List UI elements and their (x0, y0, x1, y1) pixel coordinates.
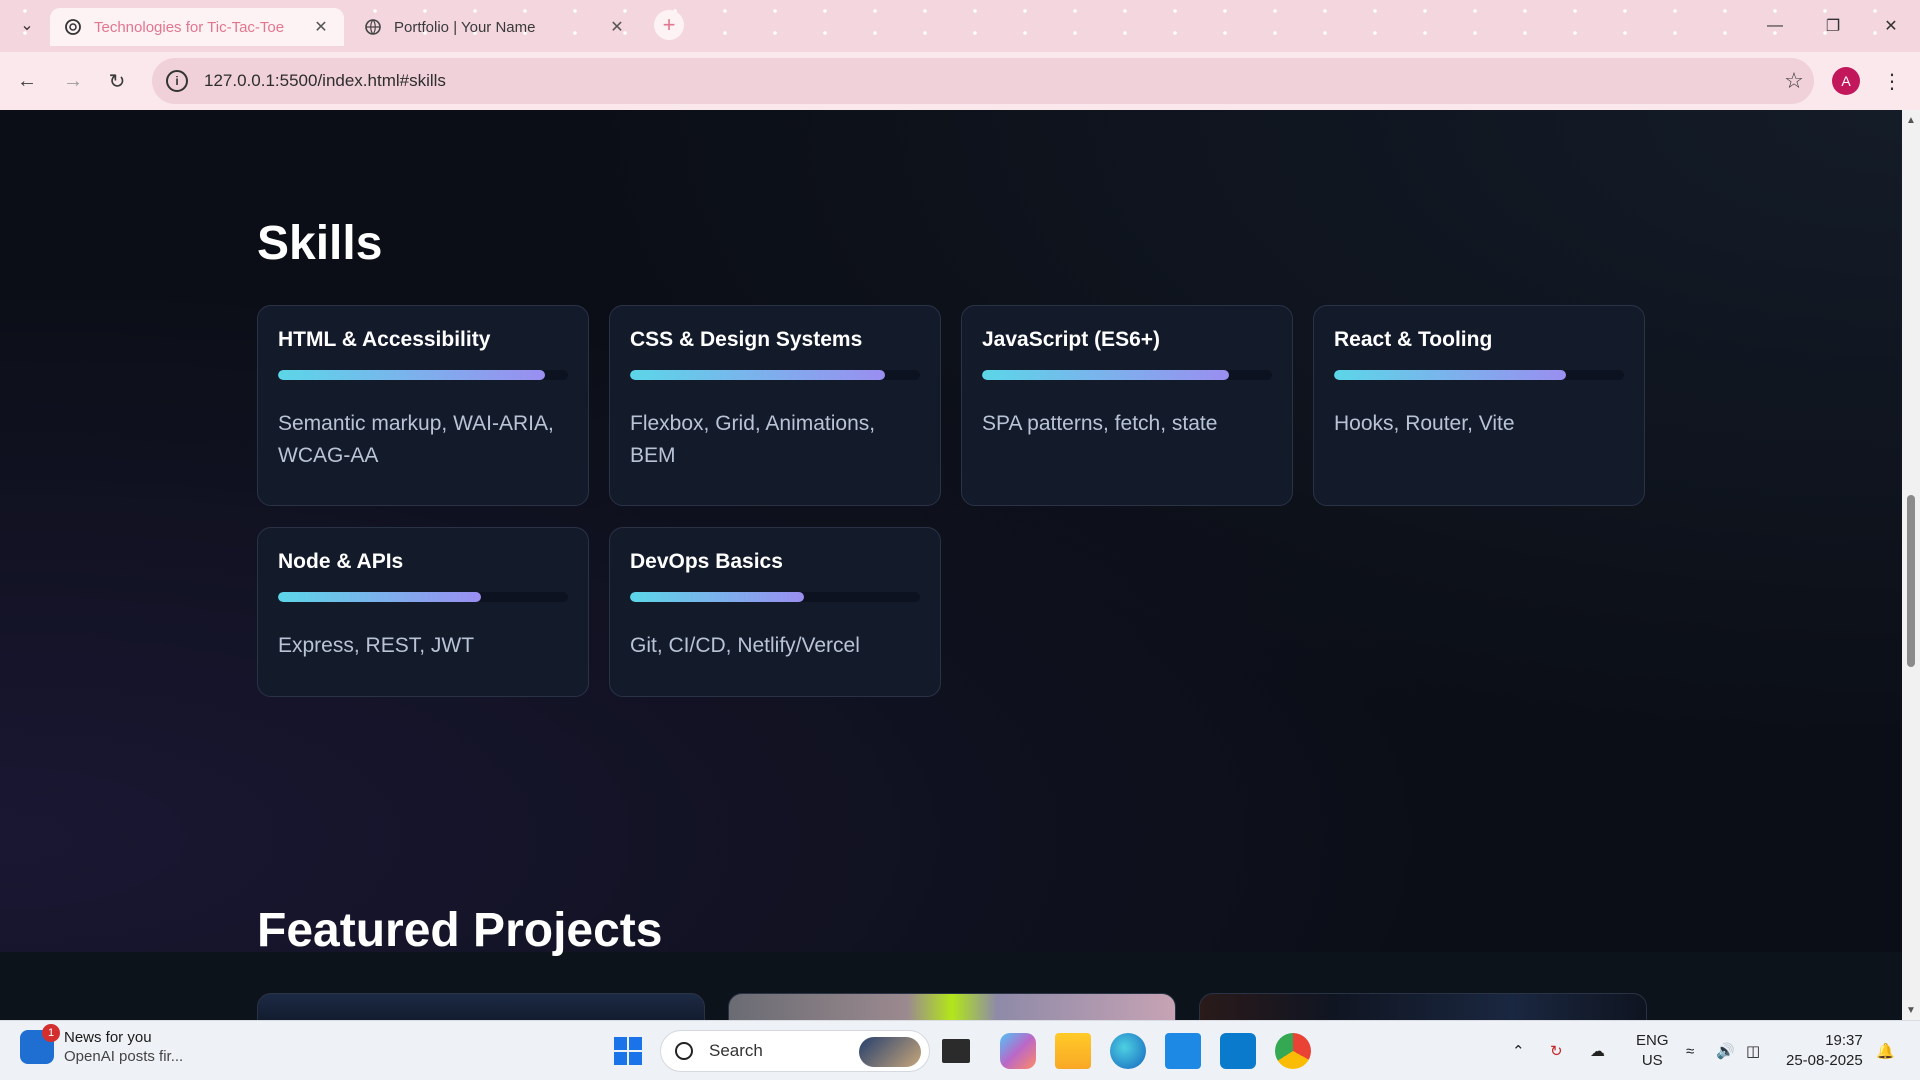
skill-description: Git, CI/CD, Netlify/Vercel (630, 634, 860, 657)
browser-menu-icon[interactable]: ⋮ (1880, 66, 1904, 96)
minimize-icon[interactable]: — (1746, 0, 1804, 52)
search-label: Search (709, 1041, 763, 1060)
skill-progress-fill (1334, 370, 1566, 380)
edge-browser-icon[interactable] (1110, 1033, 1146, 1069)
news-icon: 1 (20, 1024, 60, 1064)
volume-icon[interactable]: 🔊 (1716, 1021, 1735, 1080)
profile-avatar[interactable]: A (1832, 67, 1860, 95)
scrollbar-thumb[interactable] (1907, 495, 1915, 667)
skill-title: CSS & Design Systems (630, 328, 863, 351)
globe-icon (364, 18, 382, 36)
search-icon (675, 1042, 693, 1060)
forward-arrow-icon[interactable]: → (56, 64, 90, 98)
tab-active[interactable]: Technologies for Tic-Tac-Toe ✕ (50, 8, 344, 46)
sync-icon[interactable]: ↻ (1550, 1021, 1563, 1080)
chrome-icon[interactable] (1275, 1033, 1311, 1069)
skill-progress-fill (278, 370, 545, 380)
onedrive-cloud-icon[interactable]: ☁ (1590, 1021, 1605, 1080)
scroll-down-arrow-icon[interactable]: ▼ (1902, 1002, 1920, 1018)
skill-title: DevOps Basics (630, 550, 783, 573)
page-scrollbar[interactable]: ▲ ▼ (1902, 110, 1920, 1020)
skill-progress-bar (630, 370, 920, 380)
restore-icon[interactable]: ❐ (1804, 0, 1862, 52)
skill-progress-fill (982, 370, 1229, 380)
reload-icon[interactable]: ↻ (100, 64, 134, 98)
skill-progress-bar (278, 592, 568, 602)
address-bar[interactable]: i 127.0.0.1:5500/index.html#skills ☆ (152, 58, 1814, 104)
notification-badge: 1 (42, 1024, 60, 1042)
skill-card: CSS & Design Systems Flexbox, Grid, Anim… (609, 305, 941, 506)
openai-favicon-icon (64, 18, 82, 36)
close-window-icon[interactable]: ✕ (1862, 0, 1920, 52)
language-indicator[interactable]: ENG US (1636, 1021, 1669, 1080)
close-tab-icon[interactable]: ✕ (608, 18, 626, 36)
microsoft-store-icon[interactable] (1165, 1033, 1201, 1069)
skill-description: SPA patterns, fetch, state (982, 412, 1218, 435)
tab-strip: ⌄ Technologies for Tic-Tac-Toe ✕ Portfol… (0, 0, 1920, 52)
skill-card: Node & APIs Express, REST, JWT (257, 527, 589, 697)
new-tab-button[interactable]: + (654, 10, 684, 40)
taskbar: 1 News for you OpenAI posts fir... Searc… (0, 1020, 1920, 1080)
skill-card: JavaScript (ES6+) SPA patterns, fetch, s… (961, 305, 1293, 506)
notification-bell-icon[interactable]: 🔔 (1876, 1021, 1895, 1080)
news-subtitle: OpenAI posts fir... (64, 1048, 184, 1065)
tab-title: Portfolio | Your Name (394, 18, 536, 36)
site-info-icon[interactable]: i (166, 70, 188, 92)
project-card-image[interactable] (1199, 993, 1647, 1020)
clock[interactable]: 19:37 25-08-2025 (1786, 1021, 1863, 1080)
skill-progress-bar (278, 370, 568, 380)
project-card-image[interactable] (728, 993, 1176, 1020)
tab-search-chevron-icon[interactable]: ⌄ (14, 12, 40, 38)
news-title: News for you (64, 1029, 152, 1046)
skill-progress-fill (630, 370, 886, 380)
page-viewport: Skills HTML & Accessibility Semantic mar… (0, 110, 1902, 1020)
scroll-up-arrow-icon[interactable]: ▲ (1902, 112, 1920, 128)
skill-card: HTML & Accessibility Semantic markup, WA… (257, 305, 589, 506)
project-card-image[interactable] (257, 993, 705, 1020)
windows-start-icon[interactable] (610, 1033, 646, 1069)
back-arrow-icon[interactable]: ← (10, 64, 44, 98)
projects-heading: Featured Projects (257, 904, 663, 957)
skill-title: Node & APIs (278, 550, 404, 573)
taskbar-search[interactable]: Search (660, 1030, 930, 1072)
skill-progress-bar (630, 592, 920, 602)
url-text[interactable]: 127.0.0.1:5500/index.html#skills (204, 71, 1774, 91)
browser-chrome: ⌄ Technologies for Tic-Tac-Toe ✕ Portfol… (0, 0, 1920, 110)
skill-progress-fill (630, 592, 804, 602)
browser-toolbar: ← → ↻ i 127.0.0.1:5500/index.html#skills… (0, 52, 1920, 110)
skill-card: DevOps Basics Git, CI/CD, Netlify/Vercel (609, 527, 941, 697)
tab-inactive[interactable]: Portfolio | Your Name ✕ (350, 8, 640, 46)
skill-progress-fill (278, 592, 481, 602)
tab-title: Technologies for Tic-Tac-Toe (94, 18, 285, 36)
copilot-icon[interactable] (1000, 1033, 1036, 1069)
close-tab-icon[interactable]: ✕ (312, 18, 330, 36)
skill-progress-bar (1334, 370, 1624, 380)
region-code: US (1641, 1052, 1663, 1069)
skill-description: Hooks, Router, Vite (1334, 412, 1515, 435)
skill-description: Flexbox, Grid, Animations, BEM (630, 412, 876, 467)
show-hidden-icons-chevron-icon[interactable]: ⌃ (1512, 1021, 1525, 1080)
file-explorer-icon[interactable] (1055, 1033, 1091, 1069)
task-view-icon[interactable] (942, 1039, 970, 1063)
skill-description: Express, REST, JWT (278, 634, 475, 657)
skill-progress-bar (982, 370, 1272, 380)
skills-heading: Skills (257, 217, 383, 270)
clock-date: 25-08-2025 (1786, 1052, 1863, 1069)
clock-time: 19:37 (1825, 1032, 1863, 1049)
search-highlight-image (859, 1037, 921, 1067)
skill-description: Semantic markup, WAI-ARIA, WCAG-AA (278, 412, 554, 467)
battery-icon[interactable]: ◫ (1746, 1021, 1760, 1080)
language-code: ENG (1636, 1032, 1669, 1049)
skill-card: React & Tooling Hooks, Router, Vite (1313, 305, 1645, 506)
wifi-icon[interactable]: ≈ (1686, 1021, 1694, 1080)
skill-title: React & Tooling (1334, 328, 1493, 351)
vscode-icon[interactable] (1220, 1033, 1256, 1069)
skill-title: JavaScript (ES6+) (982, 328, 1161, 351)
skill-title: HTML & Accessibility (278, 328, 491, 351)
bookmark-star-icon[interactable]: ☆ (1774, 68, 1814, 94)
news-widget[interactable]: 1 News for you OpenAI posts fir... (20, 1024, 184, 1065)
